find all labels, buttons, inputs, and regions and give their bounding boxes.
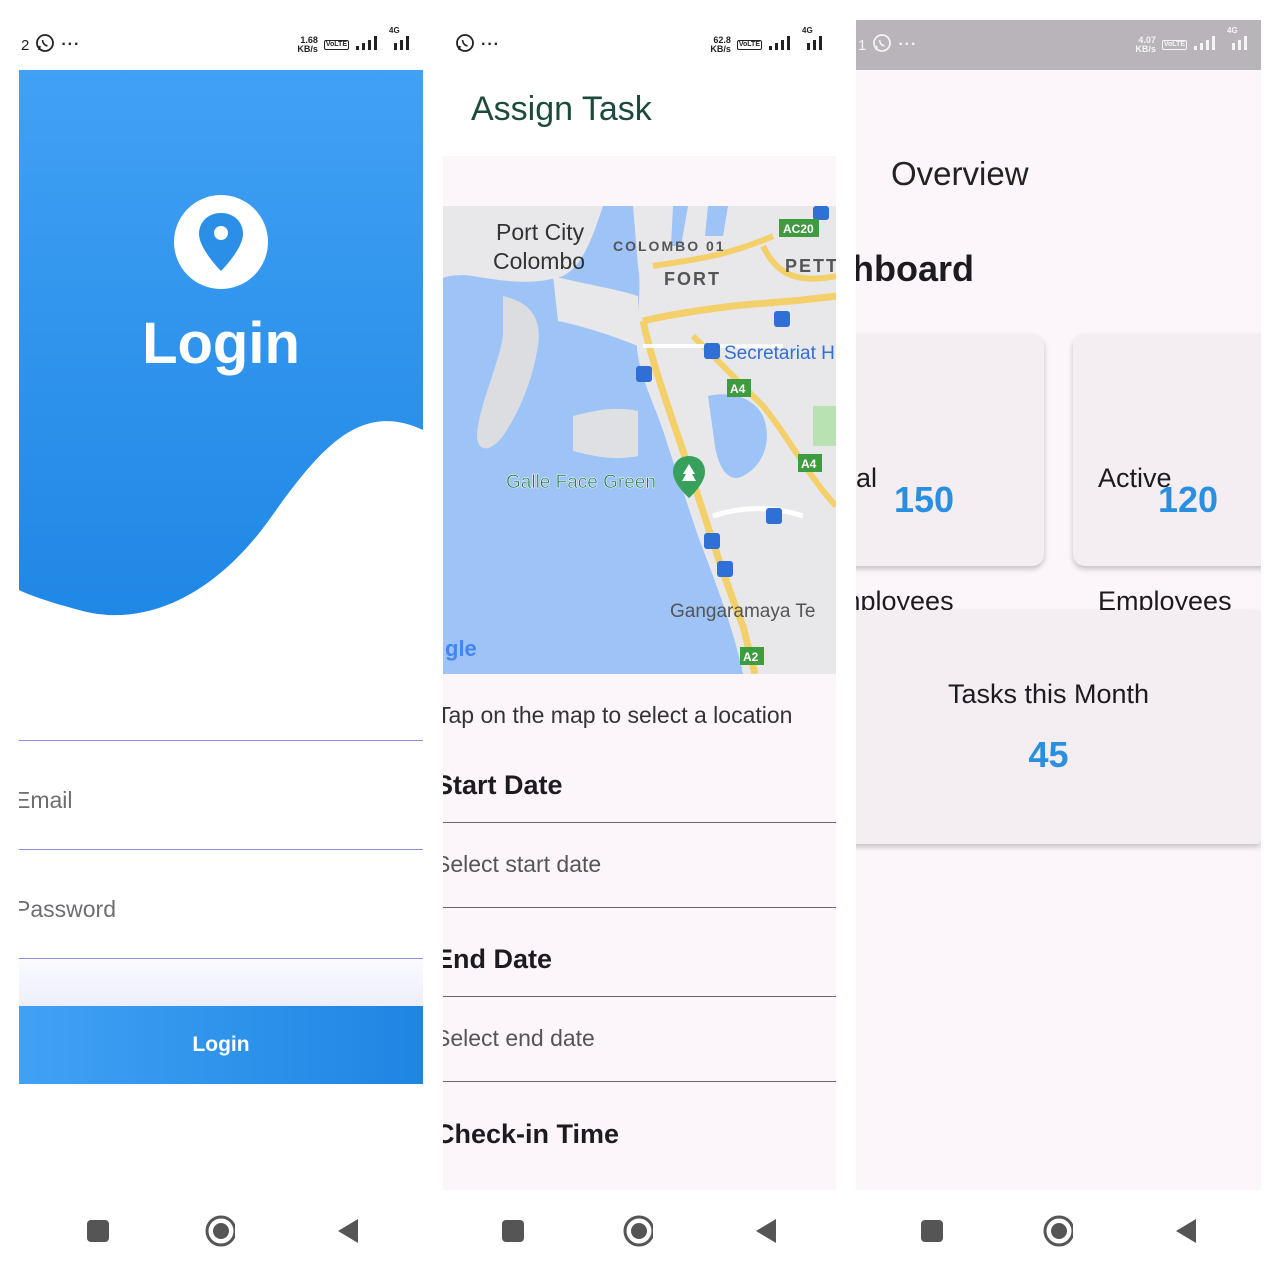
road-badge-a4-2: A4 (801, 457, 817, 471)
road-badge-a4: A4 (730, 382, 746, 396)
network-speed: 1.68 KB/s (297, 35, 318, 54)
system-nav-bar (443, 1190, 836, 1270)
dashboard-screen: 1 ··· 4.07KB/s VoLTE 4G Overview Dashboa… (856, 20, 1261, 1270)
map-label-pettah: PETT (785, 256, 836, 276)
end-date-placeholder: Select end date (443, 1025, 595, 1051)
login-button[interactable]: Login (19, 1006, 423, 1084)
tasks-value: 45 (1028, 734, 1069, 775)
status-notification-count: 2 (21, 36, 30, 54)
total-employees-value: 150 (894, 479, 955, 520)
status-notification-count: 1 (858, 36, 867, 54)
login-title: Login (142, 311, 300, 376)
status-bar: ··· 62.8 KB/s VoLTE 4G (443, 20, 836, 70)
network-speed: 4.07 KB/s (1135, 35, 1156, 54)
signal-icon (355, 36, 381, 54)
signal-4g-icon: 4G (1225, 26, 1251, 54)
map-label-galle-face: Galle Face Green (506, 472, 656, 493)
password-field[interactable]: Password (19, 849, 423, 959)
more-notifications-icon: ··· (61, 36, 81, 53)
end-date-field[interactable]: Select end date (443, 996, 836, 1082)
recents-square-icon[interactable] (498, 1216, 528, 1246)
page-title: Dashboard (856, 248, 975, 289)
active-employees-card[interactable]: Active Employees 120 (1073, 334, 1261, 616)
home-circle-icon[interactable] (205, 1215, 235, 1247)
system-nav-bar (856, 1190, 1261, 1270)
location-map[interactable]: AC20 A4 A4 A2 Port City Colombo COLOMBO … (443, 206, 836, 674)
app-bar-title: Overview (891, 155, 1029, 192)
start-date-label: Start Date (443, 770, 563, 800)
tasks-this-month-card[interactable]: Tasks this Month 45 (856, 610, 1261, 844)
road-badge-ac20: AC20 (783, 222, 814, 236)
google-logo: gle (445, 636, 477, 661)
status-bar: 1 ··· 4.07 KB/s VoLTE 4G (856, 20, 1261, 70)
login-screen: 2 ··· 1.68 KB/s VoLTE 4G Login Email Pas… (19, 20, 423, 1270)
system-nav-bar (19, 1190, 423, 1270)
assign-task-screen: ··· 62.8 KB/s VoLTE 4G Assign Task AC20 … (443, 20, 836, 1270)
email-placeholder: Email (19, 787, 73, 813)
volte-icon: VoLTE (736, 40, 762, 50)
map-hint: Tap on the map to select a location (443, 702, 793, 728)
network-speed: 62.8 KB/s (710, 35, 731, 54)
signal-icon (768, 36, 794, 54)
map-label-gangaramaya: Gangaramaya Te (670, 601, 815, 622)
map-label-colombo: Colombo (493, 248, 585, 274)
recents-square-icon[interactable] (917, 1216, 947, 1246)
map-label-fort: FORT (664, 269, 721, 289)
back-triangle-icon[interactable] (751, 1216, 781, 1246)
email-field[interactable]: Email (19, 740, 423, 850)
volte-icon: VoLTE (1161, 40, 1187, 50)
signal-4g-icon: 4G (800, 26, 826, 54)
more-notifications-icon: ··· (481, 36, 500, 53)
map-label-colombo01: COLOMBO 01 (613, 238, 726, 254)
location-pin-icon (174, 195, 268, 289)
start-date-field[interactable]: Select start date (443, 822, 836, 908)
status-bar: 2 ··· 1.68 KB/s VoLTE 4G (19, 20, 423, 70)
home-circle-icon[interactable] (623, 1215, 653, 1247)
recents-square-icon[interactable] (83, 1216, 113, 1246)
whatsapp-icon (872, 33, 892, 57)
tasks-label: Tasks this Month (947, 679, 1150, 709)
start-date-placeholder: Select start date (443, 851, 602, 877)
map-label-secretariat: Secretariat H (724, 343, 835, 364)
end-date-label: End Date (443, 944, 553, 974)
whatsapp-icon (455, 33, 475, 57)
map-label-port-city: Port City (496, 219, 585, 245)
active-employees-value: 120 (1158, 479, 1219, 520)
road-badge-a2: A2 (743, 650, 759, 664)
total-employees-card[interactable]: Total Employees 150 (856, 334, 1044, 616)
back-triangle-icon[interactable] (1171, 1216, 1201, 1246)
home-circle-icon[interactable] (1043, 1215, 1073, 1247)
signal-icon (1193, 36, 1219, 54)
more-notifications-icon: ··· (898, 36, 918, 53)
whatsapp-icon (35, 33, 55, 57)
signal-4g-icon: 4G (387, 26, 413, 54)
password-placeholder: Password (19, 896, 116, 922)
page-title: Assign Task (471, 90, 652, 128)
back-triangle-icon[interactable] (333, 1216, 363, 1246)
volte-icon: VoLTE (323, 40, 349, 50)
checkin-time-label: Check-in Time (443, 1119, 620, 1149)
